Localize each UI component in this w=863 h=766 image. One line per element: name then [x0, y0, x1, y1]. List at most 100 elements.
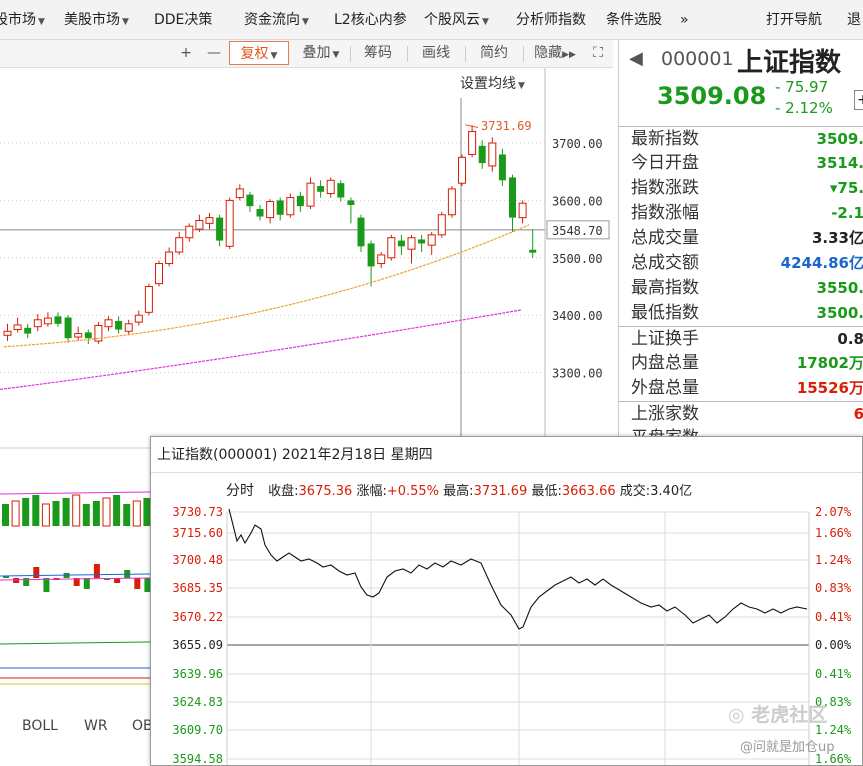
menu-item-9[interactable]: 打开导航 — [766, 0, 822, 40]
fuquan-dropdown[interactable]: 复权 ▼ — [229, 41, 289, 65]
candle-body — [74, 333, 83, 338]
popup-left-tick: 3594.58 — [172, 752, 223, 766]
volume-bar — [132, 500, 141, 527]
zoom-in-button[interactable]: + — [174, 41, 198, 65]
quote-row: 指数涨跌 ▾75. — [619, 176, 863, 201]
menu-item-10[interactable]: 退 — [847, 0, 861, 40]
candle-body — [205, 217, 214, 224]
add-icon[interactable]: + — [854, 90, 863, 110]
candle-body — [357, 217, 365, 247]
ma-line-orange — [3, 224, 530, 348]
popup-right-tick: 0.41% — [815, 667, 852, 681]
quote-value: ▾75. — [829, 179, 863, 197]
candle-body — [306, 182, 315, 207]
huaxian-button[interactable]: 画线 — [414, 41, 458, 65]
menu-item-label: L2核心内参 — [334, 12, 407, 28]
hide-button[interactable]: 隐藏▶▶ — [529, 41, 581, 65]
price-axis-label: 3500.00 — [552, 252, 603, 266]
candle-body — [155, 263, 163, 285]
tiger-logo-icon: ◎ — [728, 704, 752, 726]
menu-item-2[interactable]: DDE决策 — [154, 0, 212, 40]
diejia-label: 叠加 — [302, 45, 331, 61]
chevron-down-icon: ▼ — [332, 50, 340, 60]
volume-bar — [113, 495, 121, 526]
volume-bar — [102, 497, 111, 527]
price-axis-label: 3700.00 — [552, 137, 603, 151]
candle-body — [24, 327, 32, 334]
tab-wr[interactable]: WR — [84, 718, 108, 734]
menu-item-7[interactable]: 条件选股 — [606, 0, 662, 40]
tab-boll[interactable]: BOLL — [22, 718, 58, 734]
fuquan-label: 复权 — [240, 46, 269, 62]
watermark-user: @问就是加仓up — [740, 740, 835, 755]
diejia-dropdown[interactable]: 叠加 ▼ — [294, 41, 348, 65]
candle-body — [33, 319, 42, 328]
chart-toolbar: + — 复权 ▼ 叠加 ▼ 筹码 画线 简约 隐藏▶▶ ⛶ — [0, 40, 613, 68]
candle-body — [115, 320, 123, 330]
ma-line-magenta — [0, 309, 522, 390]
volume-bar — [41, 503, 50, 527]
popup-left-tick: 3624.83 — [172, 695, 223, 709]
price-change: - 75.97 — [775, 78, 829, 96]
candle-body — [326, 179, 335, 195]
high-marker-arrow — [464, 124, 479, 128]
divider — [407, 46, 408, 62]
price-axis-label: 3300.00 — [552, 367, 603, 381]
menu-item-8[interactable]: » — [680, 0, 689, 40]
macd-bar — [93, 564, 100, 578]
volume-bar — [2, 504, 9, 526]
high-marker-label: 3731.69 — [481, 119, 532, 133]
quote-label: 上证换手 — [631, 329, 699, 349]
menu-item-4[interactable]: L2核心内参 — [334, 0, 407, 40]
candle-body — [64, 317, 72, 339]
popup-left-tick: 3700.48 — [172, 553, 223, 567]
ma-setting-dropdown[interactable]: 设置均线 ▼ — [460, 73, 525, 93]
candle-body — [509, 177, 516, 218]
menu-item-3[interactable]: 资金流向 ▼ — [244, 0, 309, 40]
menu-item-6[interactable]: 分析师指数 — [516, 0, 586, 40]
volume-bar — [123, 504, 131, 526]
popup-left-tick: 3685.35 — [172, 581, 223, 595]
candle-body — [387, 237, 396, 259]
candle-body — [235, 188, 244, 199]
popup-left-tick: 3730.73 — [172, 505, 223, 519]
menu-item-0[interactable]: 股市场 ▼ — [0, 0, 45, 40]
quote-value: 3550. — [816, 279, 863, 297]
chouma-button[interactable]: 筹码 — [356, 41, 400, 65]
candle-body — [13, 324, 22, 331]
candle-body — [276, 200, 284, 215]
candle-body — [246, 194, 254, 207]
back-arrow-icon[interactable]: ◀ — [629, 48, 643, 69]
menu-item-label: 股市场 — [0, 12, 36, 28]
quote-label: 今日开盘 — [631, 153, 699, 173]
quote-label: 上涨家数 — [631, 404, 699, 424]
expand-icon[interactable]: ⛶ — [586, 41, 610, 65]
candle-body — [54, 316, 62, 324]
popup-left-tick: 3655.09 — [172, 638, 223, 652]
candle-body — [144, 286, 153, 313]
zoom-out-button[interactable]: — — [202, 41, 226, 65]
quote-label: 最高指数 — [631, 278, 699, 298]
candle-body — [286, 197, 295, 216]
candle-body — [367, 243, 375, 267]
quote-value: 0.8 — [837, 330, 863, 348]
volume-bar — [82, 504, 90, 526]
quote-row: 内盘总量 17802万 — [619, 351, 863, 376]
double-arrow-right-icon: ▶▶ — [562, 50, 576, 60]
candle-body — [216, 217, 224, 241]
menu-item-1[interactable]: 美股市场 ▼ — [64, 0, 129, 40]
quote-value: 3.33亿 — [811, 229, 863, 247]
macd-bar — [43, 578, 50, 592]
quote-row: 总成交额 4244.86亿 — [619, 251, 863, 276]
jianyue-button[interactable]: 简约 — [472, 41, 516, 65]
quote-row: 外盘总量 15526万 — [619, 376, 863, 401]
popup-left-tick: 3639.96 — [172, 667, 223, 681]
price-axis-label: 3548.70 — [552, 224, 603, 238]
menu-item-5[interactable]: 个股风云 ▼ — [424, 0, 489, 40]
candle-body — [84, 332, 92, 339]
price-axis-label: 3400.00 — [552, 309, 603, 323]
popup-right-tick: 1.66% — [815, 526, 852, 540]
candle-body — [437, 214, 446, 236]
divider — [350, 46, 351, 62]
quote-value: 6 — [853, 405, 863, 423]
